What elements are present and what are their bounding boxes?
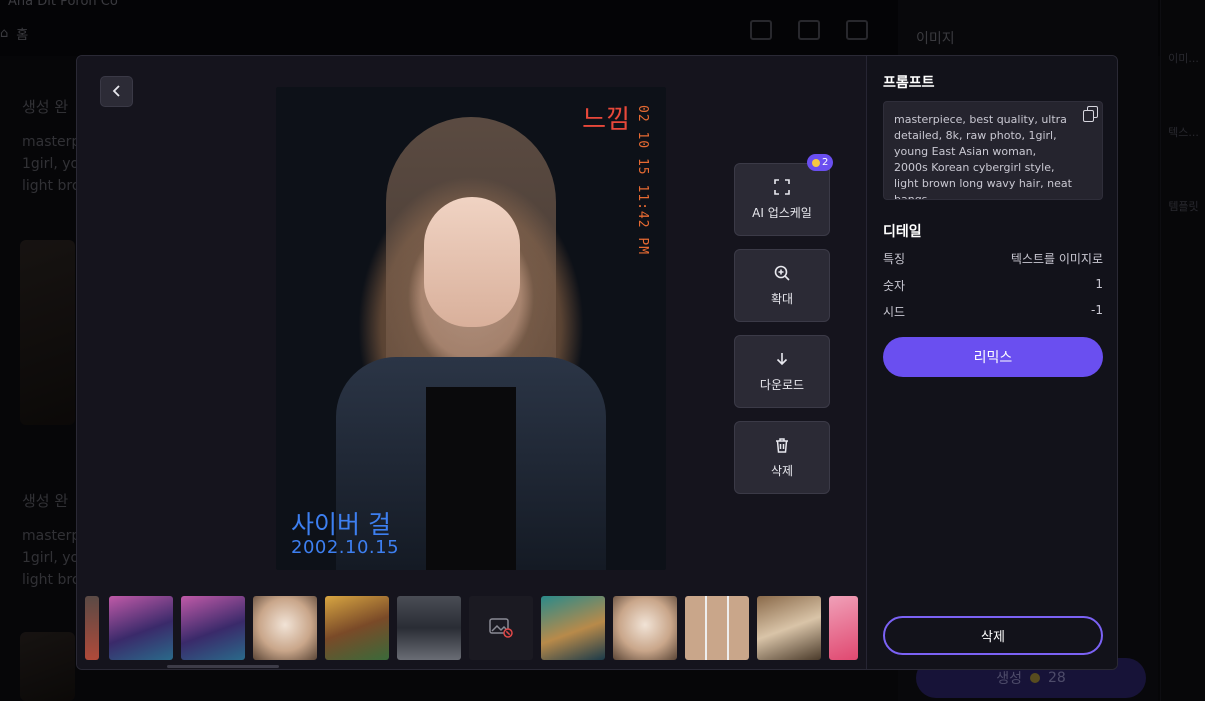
coin-icon bbox=[812, 158, 820, 167]
image-caption-vertical-date: 02 10 15 11:42 PM bbox=[635, 105, 650, 256]
broken-image-icon bbox=[489, 618, 513, 638]
thumbnail[interactable] bbox=[685, 596, 749, 660]
detail-row-feature: 특징 텍스트를 이미지로 bbox=[883, 250, 1103, 267]
thumbnail[interactable] bbox=[253, 596, 317, 660]
delete-image-button[interactable]: 삭제 bbox=[734, 421, 830, 494]
thumbnail[interactable] bbox=[397, 596, 461, 660]
thumbnail-strip[interactable] bbox=[85, 596, 858, 660]
thumbnail[interactable] bbox=[325, 596, 389, 660]
thumbnail[interactable] bbox=[613, 596, 677, 660]
ai-upscale-label: AI 업스케일 bbox=[752, 205, 812, 220]
copy-icon[interactable] bbox=[1083, 106, 1098, 122]
download-label: 다운로드 bbox=[759, 377, 805, 392]
detail-label: 특징 bbox=[883, 252, 906, 266]
image-face-shape bbox=[424, 197, 520, 327]
detail-label: 숫자 bbox=[883, 279, 906, 293]
detail-row-count: 숫자 1 bbox=[883, 277, 1103, 294]
thumbnail[interactable] bbox=[829, 596, 858, 660]
thumbnail[interactable] bbox=[109, 596, 173, 660]
image-viewer-pane: 느낌 02 10 15 11:42 PM 사이버 걸 2002.10.15 AI… bbox=[77, 56, 866, 669]
thumbnail[interactable] bbox=[757, 596, 821, 660]
trash-icon bbox=[774, 437, 790, 456]
chevron-left-icon bbox=[111, 82, 123, 101]
main-generated-image: 느낌 02 10 15 11:42 PM 사이버 걸 2002.10.15 bbox=[276, 87, 666, 570]
expand-icon bbox=[774, 178, 790, 198]
detail-value: 1 bbox=[1095, 277, 1103, 291]
prompt-title: 프롬프트 bbox=[883, 75, 935, 91]
delete-image-label: 삭제 bbox=[770, 463, 794, 478]
details-panel: 프롬프트 masterpiece, best quality, ultra de… bbox=[866, 56, 1117, 669]
download-button[interactable]: 다운로드 bbox=[734, 335, 830, 408]
image-caption-date: 2002.10.15 bbox=[291, 537, 400, 558]
image-caption-top: 느낌 bbox=[582, 105, 630, 135]
zoom-label: 확대 bbox=[770, 291, 794, 306]
image-top-shape bbox=[426, 387, 516, 570]
thumbnail[interactable] bbox=[541, 596, 605, 660]
details-title: 디테일 bbox=[883, 224, 922, 240]
detail-label: 시드 bbox=[883, 305, 906, 319]
download-icon bbox=[774, 351, 790, 370]
prompt-text: masterpiece, best quality, ultra detaile… bbox=[883, 101, 1103, 200]
delete-button[interactable]: 삭제 bbox=[883, 616, 1103, 655]
upscale-cost: 2 bbox=[822, 157, 829, 168]
zoom-button[interactable]: 확대 bbox=[734, 249, 830, 322]
ai-upscale-button[interactable]: AI 업스케일 bbox=[734, 163, 830, 236]
thumbnail-broken[interactable] bbox=[469, 596, 533, 660]
zoom-in-icon bbox=[774, 265, 790, 284]
back-button[interactable] bbox=[100, 76, 133, 107]
detail-value: 텍스트를 이미지로 bbox=[1010, 252, 1103, 266]
thumbnail[interactable] bbox=[85, 596, 99, 660]
image-detail-modal: 느낌 02 10 15 11:42 PM 사이버 걸 2002.10.15 AI… bbox=[76, 55, 1118, 670]
thumbnail-scrollbar[interactable] bbox=[167, 665, 279, 668]
remix-button[interactable]: 리믹스 bbox=[883, 337, 1103, 377]
image-caption-cyber-girl: 사이버 걸 bbox=[291, 510, 391, 539]
upscale-cost-badge: 2 bbox=[807, 154, 834, 171]
detail-row-seed: 시드 -1 bbox=[883, 303, 1103, 320]
thumbnail[interactable] bbox=[181, 596, 245, 660]
detail-value: -1 bbox=[1091, 303, 1103, 317]
